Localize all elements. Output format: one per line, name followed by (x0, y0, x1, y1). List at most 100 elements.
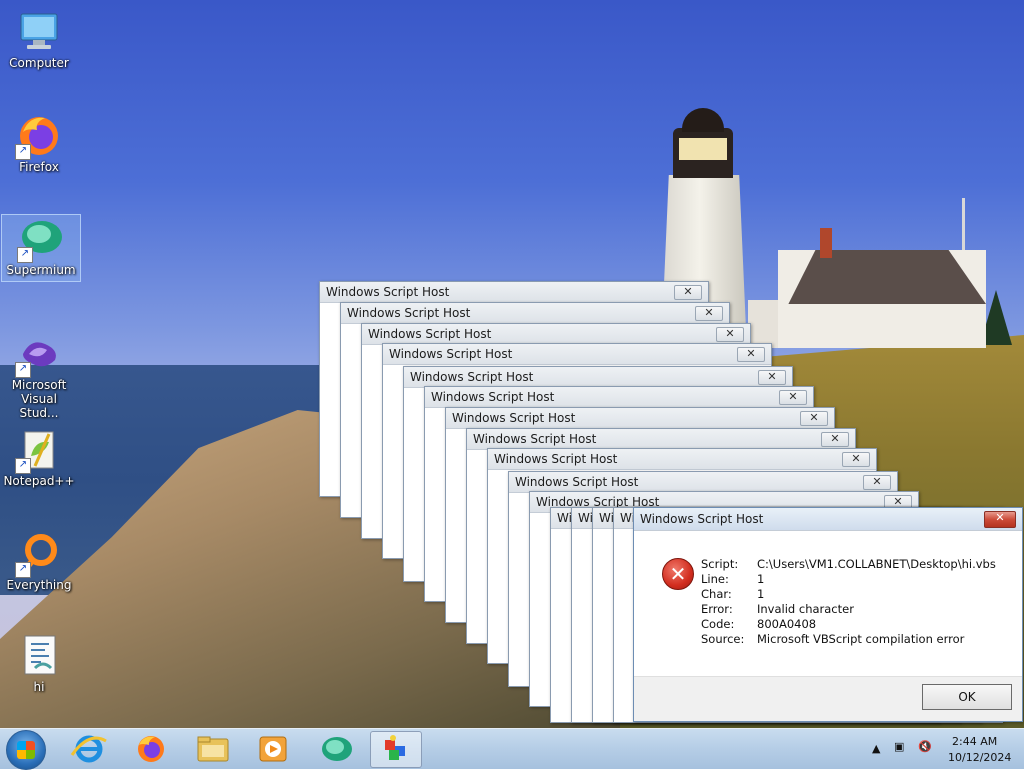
detail-row-code: Code: 800A0408 (701, 617, 996, 632)
dialog-footer: OK (634, 676, 1022, 721)
desktop-icon-firefox[interactable]: ↗ Firefox (0, 112, 78, 174)
internet-explorer-icon (70, 735, 107, 763)
start-button[interactable] (6, 730, 46, 770)
network-icon[interactable]: ▣ (894, 740, 904, 753)
taskbar-supermium[interactable] (314, 731, 360, 766)
detail-key: Line: (701, 572, 729, 586)
window-titlebar[interactable]: Windows Script Host ✕ (362, 324, 750, 345)
window-title: Windows Script Host (389, 347, 513, 361)
close-button[interactable]: ✕ (737, 347, 765, 362)
file-explorer-icon (197, 736, 229, 762)
window-title: Windows Script Host (515, 475, 639, 489)
window-title: Wi (599, 511, 614, 525)
detail-row-line: Line: 1 (701, 572, 996, 587)
supermium-icon: ↗ (17, 215, 65, 263)
close-button[interactable]: ✕ (984, 511, 1016, 528)
window-title: Windows Script Host (494, 452, 618, 466)
notepadpp-icon: ↗ (15, 426, 63, 474)
detail-value: 1 (757, 587, 765, 601)
clock-time[interactable]: 2:44 AM (952, 735, 997, 748)
close-button[interactable]: ✕ (779, 390, 807, 405)
desktop-icon-label: Supermium (6, 263, 76, 277)
window-title: Windows Script Host (347, 306, 471, 320)
desktop-icon-hi-script[interactable]: hi (0, 632, 78, 694)
supermium-icon (322, 737, 352, 761)
taskbar-file-explorer[interactable] (190, 731, 236, 766)
clock-date[interactable]: 10/12/2024 (948, 751, 1011, 764)
desktop-icon-everything[interactable]: ↗ Everything (0, 530, 78, 592)
shortcut-arrow-icon: ↗ (17, 247, 33, 263)
desktop-icon-notepadpp[interactable]: ↗ Notepad++ (0, 426, 78, 488)
detail-row-script: Script: C:\Users\VM1.COLLABNET\Desktop\hi… (701, 557, 996, 572)
desktop-icon-label: Everything (6, 578, 72, 592)
everything-icon: ↗ (15, 530, 63, 578)
close-button[interactable]: ✕ (842, 452, 870, 467)
firefox-icon (138, 736, 164, 762)
taskbar-media-player[interactable] (250, 731, 296, 766)
detail-key: Code: (701, 617, 735, 631)
window-titlebar[interactable]: Windows Script Host ✕ (320, 282, 708, 303)
close-button[interactable]: ✕ (821, 432, 849, 447)
desktop-icon-visual-studio[interactable]: ↗ Microsoft Visual Stud... (0, 330, 78, 420)
window-title: Windows Script Host (368, 327, 492, 341)
taskbar-internet-explorer[interactable] (66, 731, 112, 766)
detail-row-source: Source: Microsoft VBScript compilation er… (701, 632, 996, 647)
detail-value: 1 (757, 572, 765, 586)
volume-muted-icon[interactable]: 🔇 (918, 740, 932, 753)
window-titlebar[interactable]: Windows Script Host ✕ (634, 508, 1022, 531)
desktop-icon-label: Computer (9, 56, 69, 70)
error-details: Script: C:\Users\VM1.COLLABNET\Desktop\hi… (701, 557, 996, 647)
shortcut-arrow-icon: ↗ (15, 458, 31, 474)
window-titlebar[interactable]: Windows Script Host ✕ (488, 449, 876, 470)
desktop-icon-label: Notepad++ (3, 474, 75, 488)
show-hidden-icons-button[interactable]: ▲ (872, 742, 880, 755)
dialog-title: Windows Script Host (640, 512, 764, 526)
close-button[interactable]: ✕ (758, 370, 786, 385)
close-button[interactable]: ✕ (695, 306, 723, 321)
shortcut-arrow-icon: ↗ (15, 362, 31, 378)
desktop-icon-label: Microsoft Visual Stud... (11, 378, 67, 420)
detail-key: Source: (701, 632, 745, 646)
window-titlebar[interactable]: Windows Script Host ✕ (467, 429, 855, 450)
shortcut-arrow-icon: ↗ (15, 144, 31, 160)
window-title: Windows Script Host (431, 390, 555, 404)
visual-studio-icon: ↗ (15, 330, 63, 378)
close-button[interactable]: ✕ (863, 475, 891, 490)
taskbar: ▲ ▣ 🔇 2:44 AM 10/12/2024 (0, 728, 1024, 770)
close-button[interactable]: ✕ (674, 285, 702, 300)
wallpaper-lighthouse-cap (682, 108, 724, 132)
computer-icon (15, 8, 63, 56)
window-title: Wi (557, 511, 572, 525)
detail-key: Char: (701, 587, 732, 601)
ok-button[interactable]: OK (922, 684, 1012, 710)
desktop-icon-supermium[interactable]: ↗ Supermium (1, 214, 81, 282)
window-title: Windows Script Host (452, 411, 576, 425)
window-titlebar[interactable]: Windows Script Host ✕ (341, 303, 729, 324)
window-titlebar[interactable]: Windows Script Host ✕ (404, 367, 792, 388)
error-icon: ✕ (662, 558, 694, 590)
window-titlebar[interactable]: Windows Script Host ✕ (383, 344, 771, 365)
detail-key: Script: (701, 557, 739, 571)
windows-logo-icon (17, 741, 35, 759)
script-error-dialog[interactable]: Windows Script Host ✕ ✕ Script: C:\Users\… (633, 507, 1023, 722)
media-player-icon (259, 736, 287, 762)
wallpaper-lantern (673, 128, 733, 178)
script-host-icon (385, 735, 405, 760)
taskbar-firefox[interactable] (128, 731, 174, 766)
desktop-icon-computer[interactable]: Computer (0, 8, 78, 70)
taskbar-script-host[interactable] (370, 731, 422, 768)
detail-value: 800A0408 (757, 617, 817, 631)
detail-value: C:\Users\VM1.COLLABNET\Desktop\hi.vbs (757, 557, 996, 571)
wallpaper-chimney (820, 228, 832, 258)
script-file-icon (15, 632, 63, 680)
detail-row-error: Error: Invalid character (701, 602, 996, 617)
detail-value: Microsoft VBScript compilation error (757, 632, 965, 646)
detail-value: Invalid character (757, 602, 854, 616)
close-button[interactable]: ✕ (716, 327, 744, 342)
window-titlebar[interactable]: Windows Script Host ✕ (425, 387, 813, 408)
close-button[interactable]: ✕ (800, 411, 828, 426)
window-titlebar[interactable]: Windows Script Host ✕ (446, 408, 834, 429)
desktop-icon-label: Firefox (19, 160, 59, 174)
firefox-icon: ↗ (15, 112, 63, 160)
window-titlebar[interactable]: Windows Script Host ✕ (509, 472, 897, 493)
